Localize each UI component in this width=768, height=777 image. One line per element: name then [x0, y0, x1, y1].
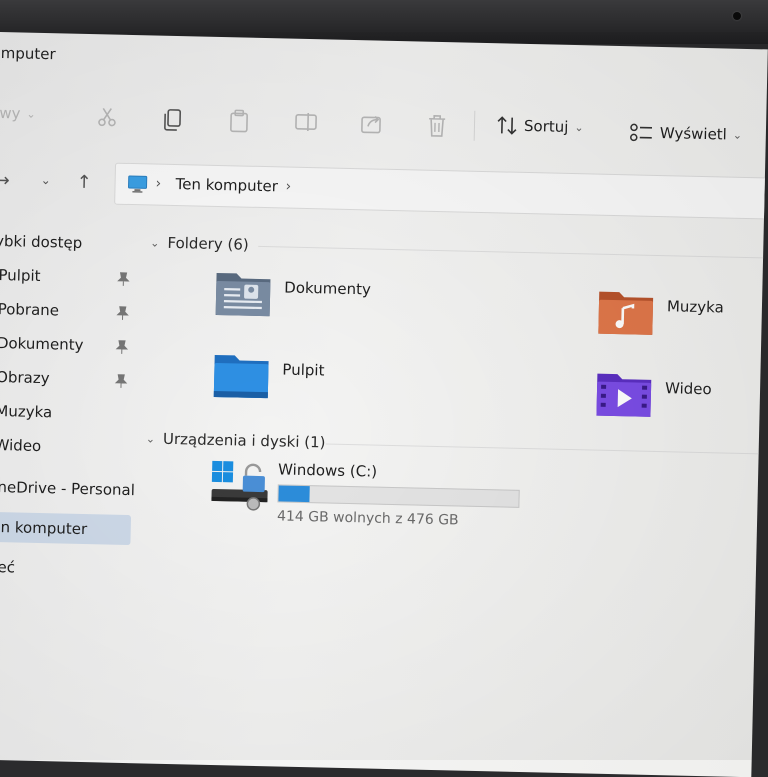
pin-icon	[117, 272, 130, 286]
sidebar-item-obrazy[interactable]: Obrazy	[0, 368, 50, 387]
share-icon	[361, 115, 381, 134]
copy-button[interactable]	[162, 108, 185, 132]
sidebar-item-quick-access[interactable]: zybki dostęp	[0, 232, 82, 252]
folders-group-header[interactable]: ⌄ Foldery (6)	[150, 233, 249, 254]
drive-name: Windows (C:)	[277, 460, 378, 481]
folder-muzyka[interactable]: Muzyka	[596, 288, 724, 339]
content-pane: ⌄ Foldery (6) Dokumenty Muzyka Pulpit Wi…	[146, 225, 768, 529]
chevron-down-icon: ⌄	[732, 128, 743, 142]
sidebar-item-onedrive[interactable]: OneDrive - Personal	[0, 478, 135, 499]
new-button[interactable]: owy ⌄	[0, 104, 36, 123]
folder-pulpit[interactable]: Pulpit	[212, 351, 325, 402]
window-title: omputer	[0, 43, 56, 64]
breadcrumb-chevron-icon: ›	[155, 175, 162, 192]
new-button-label: owy	[0, 103, 21, 123]
group-divider	[258, 245, 768, 260]
sort-button-label: Sortuj	[523, 116, 569, 136]
view-list-icon	[630, 123, 653, 142]
up-button[interactable]: ↑	[76, 172, 92, 193]
folders-group-title: Foldery (6)	[167, 233, 249, 254]
folder-name: Muzyka	[666, 297, 724, 317]
drive-c[interactable]: Windows (C:) 414 GB wolnych z 476 GB	[209, 459, 520, 529]
pin-icon	[115, 340, 129, 354]
trash-icon	[429, 115, 446, 137]
forward-button[interactable]: →	[0, 170, 10, 191]
navigation-pane: zybki dostęp Pulpit Pobrane Dokumenty Ob…	[0, 222, 141, 576]
sidebar-item-this-pc[interactable]: Ten komputer	[0, 518, 87, 538]
chevron-down-icon: ⌄	[574, 120, 584, 134]
cut-button[interactable]	[96, 106, 118, 128]
sidebar-item-label: Pulpit	[0, 266, 41, 285]
sidebar-item-muzyka[interactable]: Muzyka	[0, 402, 52, 421]
drives-group-title: Urządzenia i dyski (1)	[162, 429, 326, 452]
sidebar-item-pobrane[interactable]: Pobrane	[0, 300, 59, 319]
sidebar-item-label: Pobrane	[0, 300, 60, 320]
drive-free-space: 414 GB wolnych z 476 GB	[276, 508, 459, 529]
folder-wideo[interactable]: Wideo	[594, 370, 712, 421]
chevron-down-icon: ⌄	[40, 172, 51, 188]
file-explorer-window: omputer owy ⌄ Sortuj ⌄ Wyświetl ⌄ → ⌄ ↑ …	[0, 32, 768, 777]
sidebar-item-label: Dokumenty	[0, 334, 84, 354]
folder-dokumenty[interactable]: Dokumenty	[214, 269, 372, 321]
sidebar-item-wideo[interactable]: Wideo	[0, 436, 41, 455]
scissors-icon	[98, 107, 116, 127]
breadcrumb-location[interactable]: Ten komputer	[175, 175, 278, 195]
toolbar-separator	[473, 110, 476, 141]
address-bar[interactable]: › Ten komputer ›	[114, 162, 768, 221]
command-bar: owy ⌄ Sortuj ⌄ Wyświetl ⌄	[0, 86, 768, 164]
chevron-down-icon: ⌄	[150, 235, 160, 250]
folder-name: Wideo	[664, 379, 712, 399]
breadcrumb-chevron-icon[interactable]: ›	[285, 179, 291, 195]
view-button[interactable]: Wyświetl ⌄	[630, 122, 743, 145]
rename-icon	[295, 112, 317, 132]
windows-drive-icon	[211, 460, 268, 511]
paste-button[interactable]	[228, 109, 251, 133]
arrow-up-icon: ↑	[76, 171, 92, 194]
recent-locations-button[interactable]: ⌄	[40, 173, 50, 187]
sort-arrows-icon	[497, 116, 517, 135]
webcam	[733, 12, 741, 20]
rename-button[interactable]	[294, 111, 318, 134]
sidebar-item-label: Wideo	[0, 435, 42, 456]
sidebar-item-network[interactable]: Sieć	[0, 558, 15, 577]
sidebar-item-label: Muzyka	[0, 401, 53, 422]
drives-group-header[interactable]: ⌄ Urządzenia i dyski (1)	[145, 429, 326, 452]
drive-usage-bar	[277, 484, 520, 508]
documents-folder-icon	[215, 272, 271, 317]
view-button-label: Wyświetl	[659, 123, 728, 144]
copy-icon	[164, 109, 182, 131]
folder-name: Dokumenty	[284, 278, 372, 299]
chevron-down-icon: ⌄	[26, 107, 36, 121]
desktop-folder-icon	[213, 354, 269, 399]
chevron-down-icon: ⌄	[145, 431, 156, 446]
clipboard-icon	[230, 109, 248, 133]
sort-button[interactable]: Sortuj ⌄	[496, 115, 584, 137]
pin-icon	[116, 306, 129, 320]
drive-usage-fill	[278, 485, 310, 503]
sidebar-item-label: Obrazy	[0, 368, 50, 388]
group-divider	[325, 443, 768, 456]
arrow-right-icon: →	[0, 169, 10, 192]
music-folder-icon	[598, 291, 654, 335]
video-folder-icon	[596, 373, 652, 417]
share-button[interactable]	[360, 112, 384, 135]
folder-name: Pulpit	[282, 360, 325, 380]
delete-button[interactable]	[426, 114, 449, 138]
computer-icon	[128, 175, 148, 193]
pin-icon	[114, 374, 128, 388]
sidebar-item-pulpit[interactable]: Pulpit	[0, 266, 41, 285]
sidebar-item-dokumenty[interactable]: Dokumenty	[0, 334, 84, 354]
navigation-row: → ⌄ ↑ › Ten komputer ›	[0, 154, 768, 224]
